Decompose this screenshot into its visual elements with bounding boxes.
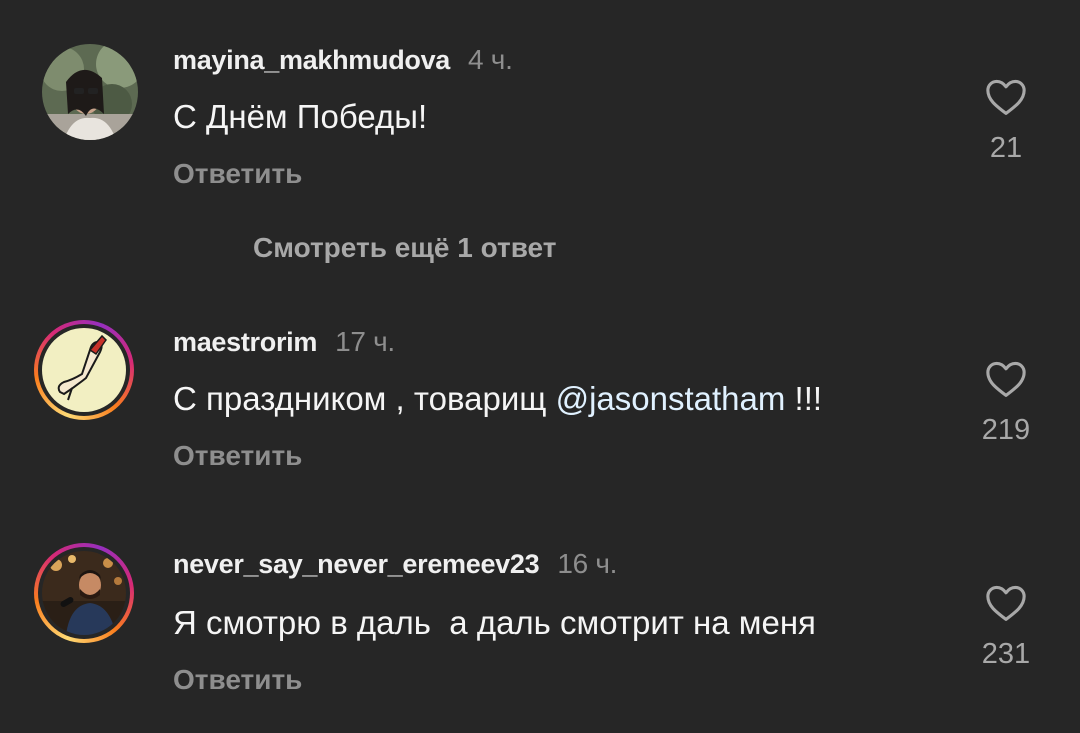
comment-text-part: С праздником , товарищ [173, 380, 556, 417]
like-button[interactable]: 219 [980, 360, 1032, 447]
view-replies-button[interactable]: Смотреть ещё 1 ответ [253, 232, 556, 264]
avatar-photo [42, 328, 126, 412]
avatar[interactable] [40, 42, 140, 142]
like-button[interactable]: 21 [980, 78, 1032, 165]
comment-text: С Днём Победы! [173, 98, 428, 135]
comment-time: 16 ч. [557, 548, 618, 579]
avatar-photo [42, 44, 138, 140]
mention-link[interactable]: @jasonstatham [556, 380, 786, 417]
username-text[interactable]: mayina_makhmudova [173, 45, 450, 75]
username-text[interactable]: maestrorim [173, 327, 317, 357]
like-count: 219 [981, 414, 1031, 446]
comment-time: 4 ч. [468, 44, 513, 75]
heart-outline-icon[interactable] [980, 584, 1032, 622]
like-count: 231 [981, 638, 1031, 670]
like-button[interactable]: 231 [980, 584, 1032, 671]
username-text[interactable]: never_say_never_eremeev23 [173, 549, 540, 579]
avatar-photo [42, 551, 126, 635]
comment-username[interactable]: mayina_makhmudova 4 ч. [173, 44, 513, 76]
comment-username[interactable]: never_say_never_eremeev23 16 ч. [173, 548, 617, 580]
like-count: 21 [989, 132, 1023, 164]
comment-username[interactable]: maestrorim 17 ч. [173, 326, 395, 358]
avatar[interactable] [34, 543, 134, 643]
reply-button[interactable]: Ответить [173, 158, 302, 190]
comment-time: 17 ч. [335, 326, 395, 357]
heart-outline-icon[interactable] [980, 78, 1032, 116]
reply-button[interactable]: Ответить [173, 664, 302, 696]
avatar[interactable] [34, 320, 134, 420]
comment-text: Я смотрю в даль а даль смотрит на меня [173, 604, 816, 641]
comment-text-part: !!! [785, 380, 823, 417]
heart-outline-icon[interactable] [980, 360, 1032, 398]
reply-button[interactable]: Ответить [173, 440, 302, 472]
comment-text: С праздником , товарищ @jasonstatham !!! [173, 380, 822, 418]
